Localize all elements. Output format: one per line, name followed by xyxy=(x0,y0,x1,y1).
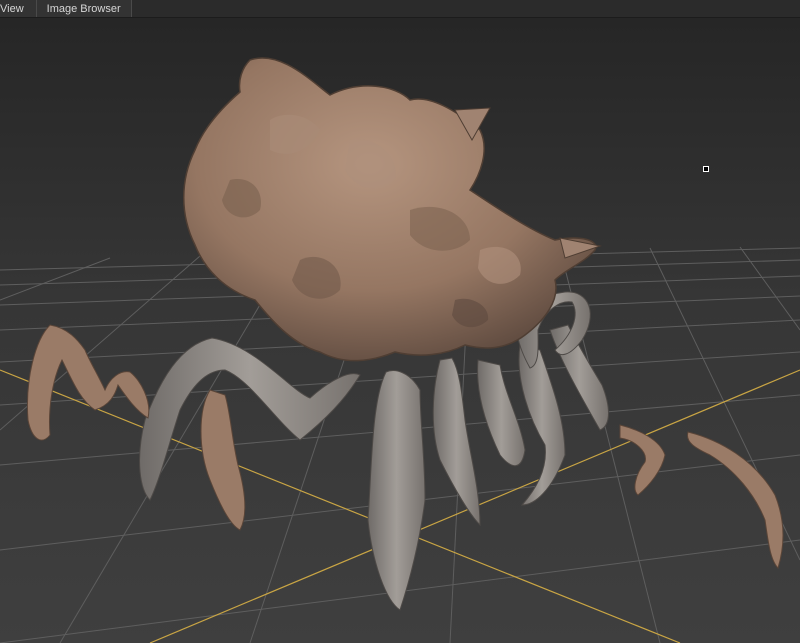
app-window: View Image Browser xyxy=(0,0,800,643)
3d-viewport[interactable] xyxy=(0,18,800,643)
viewport-scene xyxy=(0,57,800,643)
creature-body xyxy=(183,57,602,362)
tab-view[interactable]: View xyxy=(0,0,37,17)
tab-image-browser[interactable]: Image Browser xyxy=(36,0,132,17)
cursor-crosshair-icon xyxy=(703,166,709,172)
tab-bar: View Image Browser xyxy=(0,0,800,18)
